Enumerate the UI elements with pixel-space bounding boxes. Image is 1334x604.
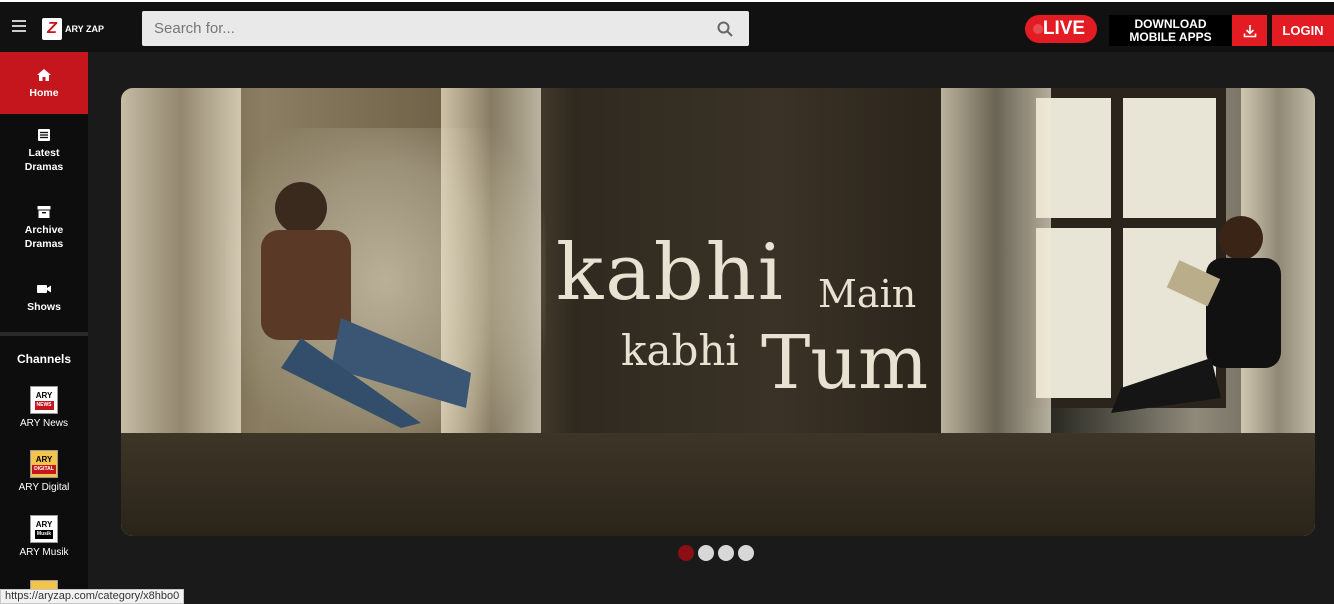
logo[interactable]: Z ARY ZAP [42,18,104,40]
sidebar-item-shows[interactable]: Shows [0,282,88,314]
sidebar-item-label: Home [29,87,59,99]
menu-icon[interactable] [12,20,26,34]
ary-news-logo-top: ARY [35,390,53,400]
man-figure-image [261,182,471,428]
home-icon [37,69,51,81]
sidebar-item-latest-dramas[interactable]: Latest Dramas [0,128,88,174]
window-sill [121,433,1315,536]
carousel-dot[interactable] [738,545,754,561]
sidebar-item-label: Dramas [24,238,64,250]
ary-musik-logo-top: ARY [35,519,53,529]
channel-ary-digital[interactable]: ARY DIGITAL ARY Digital [0,450,88,493]
ary-musik-logo: ARY Musik [30,515,58,543]
channels-title: Channels [16,352,71,366]
sidebar-item-label: Latest [28,147,60,159]
banner-title: kabhi Main kabhi Tum [556,228,956,408]
carousel-dot[interactable] [678,545,694,561]
hero-banner[interactable]: kabhi Main kabhi Tum [121,88,1315,536]
ary-musik-logo-sub: Musik [34,529,54,539]
archive-icon [37,206,51,218]
channel-name: ARY Musik [19,547,69,558]
woman-figure-image [1111,216,1281,413]
status-bar-url: https://aryzap.com/category/x8hbo0 [0,589,185,604]
sidebar-item-archive-dramas[interactable]: Archive Dramas [0,205,88,251]
sidebar-item-label: Dramas [24,161,64,173]
video-camera-icon [37,285,51,293]
sidebar-divider [0,332,88,336]
top-bar: Z ARY ZAP LIVE DOWNLOAD MOBILE APPS LOGI… [0,0,1334,52]
ary-digital-logo-top: ARY [35,454,53,464]
carousel-dots [678,545,754,561]
channel-name: ARY News [20,418,68,429]
download-label: DOWNLOAD MOBILE APPS [1109,15,1232,46]
channel-name: ARY Digital [18,482,70,493]
title-word-kabhi-2: kabhi [621,326,739,375]
logo-mark-icon: Z [42,18,62,40]
channel-ary-musik[interactable]: ARY Musik ARY Musik [0,515,88,558]
title-word-tum: Tum [761,320,929,406]
title-word-kabhi: kabhi [556,228,785,318]
ary-digital-logo: ARY DIGITAL [30,450,58,478]
ary-news-logo: ARY NEWS [30,386,58,414]
ary-digital-logo-sub: DIGITAL [32,464,56,474]
carousel-dot[interactable] [698,545,714,561]
search-icon[interactable] [717,21,733,37]
sidebar-item-home[interactable]: Home [0,52,88,114]
search-box [142,11,749,46]
download-line2: MOBILE APPS [1129,30,1212,44]
title-word-main: Main [818,272,917,316]
download-apps-button[interactable]: DOWNLOAD MOBILE APPS [1109,15,1267,46]
logo-text: ARY ZAP [65,24,105,34]
ary-news-logo-sub: NEWS [34,400,54,410]
search-input[interactable] [142,11,702,46]
sidebar-item-label: Archive [24,224,64,236]
sidebar: Home Latest Dramas Archive Dramas Shows … [0,52,88,604]
sidebar-item-label: Shows [27,301,61,313]
channel-ary-news[interactable]: ARY NEWS ARY News [0,386,88,429]
list-icon [38,129,50,141]
download-icon [1232,15,1267,46]
carousel-dot[interactable] [718,545,734,561]
live-button[interactable]: LIVE [1025,15,1097,43]
login-button[interactable]: LOGIN [1272,15,1334,46]
